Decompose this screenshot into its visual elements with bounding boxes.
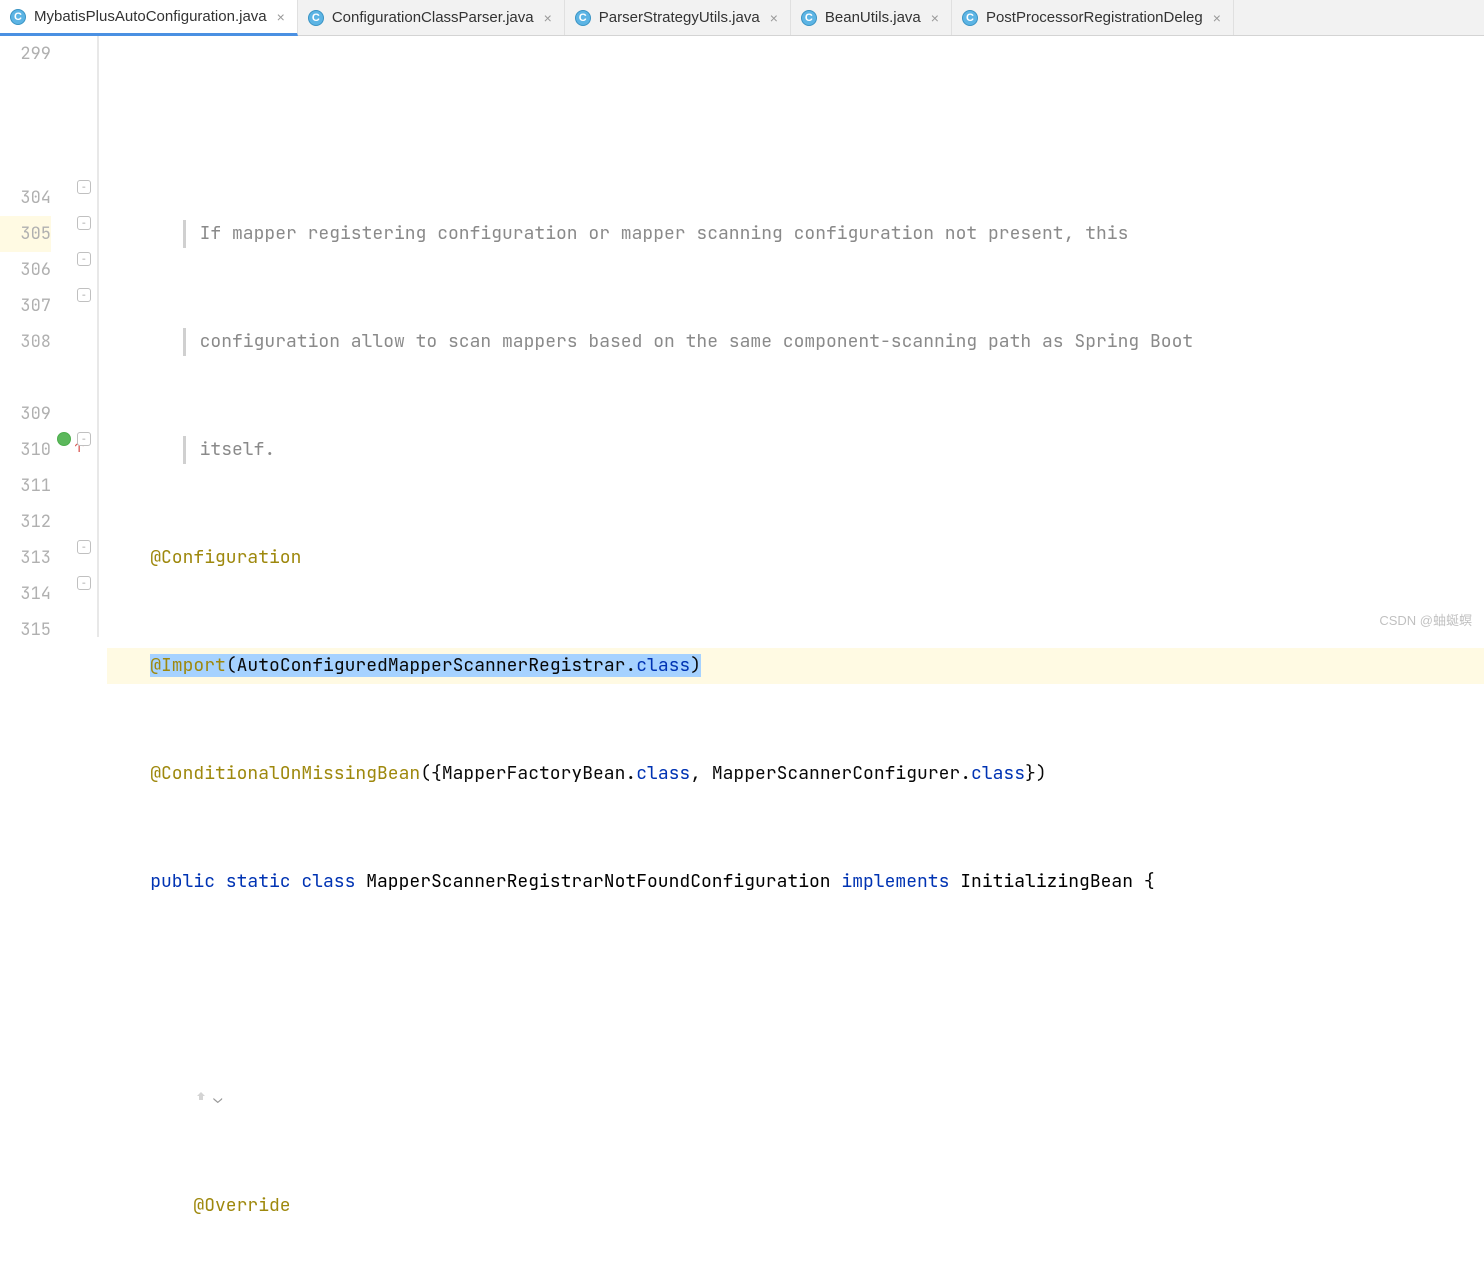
line-number: 315 [0,612,51,648]
tab-label: ConfigurationClassParser.java [332,9,534,26]
doc-comment-line: If mapper registering configuration or m… [107,216,1484,252]
class-icon: C [962,10,978,26]
tab-label: PostProcessorRegistrationDeleg [986,9,1203,26]
code-line [107,972,1484,1008]
close-icon[interactable]: × [1211,10,1223,26]
fold-icon[interactable]: − [77,180,91,194]
line-number [0,72,51,108]
line-number: 312 [0,504,51,540]
line-number: 307 [0,288,51,324]
code-line: @Import(AutoConfiguredMapperScannerRegis… [107,648,1484,684]
class-icon: C [575,10,591,26]
line-number: 309 [0,396,51,432]
line-number: 314 [0,576,51,612]
fold-icon[interactable]: − [77,432,91,446]
line-number: 304 [0,180,51,216]
code-line: ⌄ [107,1080,1484,1116]
code-editor[interactable]: 299 304 305 306 307 308 309 310 311 312 … [0,36,1484,637]
code-area[interactable]: If mapper registering configuration or m… [97,36,1484,637]
tab-file-4[interactable]: C PostProcessorRegistrationDeleg × [952,0,1234,35]
line-number: 305 [0,216,51,252]
doc-comment-line: configuration allow to scan mappers base… [107,324,1484,360]
line-number-gutter: 299 304 305 306 307 308 309 310 311 312 … [0,36,75,637]
tab-file-0[interactable]: C MybatisPlusAutoConfiguration.java × [0,0,298,36]
override-marker-icon[interactable] [57,432,71,446]
doc-comment-line: itself. [107,432,1484,468]
code-line [107,108,1484,144]
code-line: @Configuration [107,540,1484,576]
line-number [0,360,51,396]
fold-icon[interactable]: − [77,576,91,590]
close-icon[interactable]: × [929,10,941,26]
fold-icon[interactable]: − [77,288,91,302]
fold-icon[interactable]: − [77,540,91,554]
watermark: CSDN @蚰蜒螟 [1379,610,1472,629]
inlay-hint-icon[interactable]: ⌄ [193,1080,222,1116]
fold-icon[interactable]: − [77,252,91,266]
tab-file-1[interactable]: C ConfigurationClassParser.java × [298,0,565,35]
fold-icon[interactable]: − [77,216,91,230]
class-icon: C [801,10,817,26]
class-icon: C [308,10,324,26]
line-number: 310 [0,432,51,468]
line-number: 308 [0,324,51,360]
line-number [0,144,51,180]
tab-file-2[interactable]: C ParserStrategyUtils.java × [565,0,791,35]
code-line: @ConditionalOnMissingBean({MapperFactory… [107,756,1484,792]
marker-gutter: − − − − ↑ − − − [75,36,97,637]
line-number [0,108,51,144]
code-line: public static class MapperScannerRegistr… [107,864,1484,900]
close-icon[interactable]: × [275,9,287,25]
code-line: @Override [107,1188,1484,1224]
close-icon[interactable]: × [768,10,780,26]
line-number: 306 [0,252,51,288]
line-number: 299 [0,36,51,72]
tab-label: ParserStrategyUtils.java [599,9,760,26]
tab-file-3[interactable]: C BeanUtils.java × [791,0,952,35]
tab-label: MybatisPlusAutoConfiguration.java [34,8,267,25]
editor-tabs: C MybatisPlusAutoConfiguration.java × C … [0,0,1484,36]
class-icon: C [10,9,26,25]
close-icon[interactable]: × [542,10,554,26]
tab-label: BeanUtils.java [825,9,921,26]
line-number: 313 [0,540,51,576]
line-number: 311 [0,468,51,504]
